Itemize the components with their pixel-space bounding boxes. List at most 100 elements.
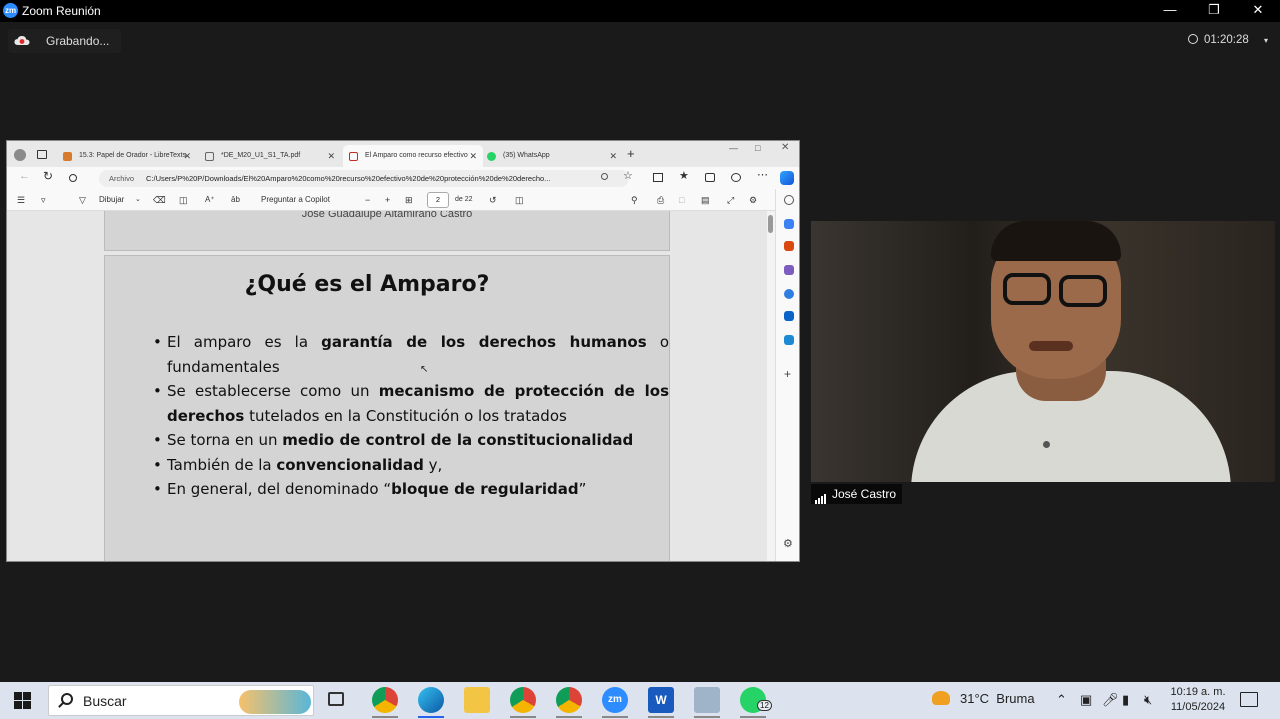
- tab-label: (35) WhatsApp: [503, 152, 550, 159]
- chrome-icon[interactable]: [556, 687, 582, 713]
- tab-libretexts[interactable]: 15.3: Papel de Orador - LibreTexts ✕: [57, 145, 197, 167]
- favorites-icon[interactable]: ★: [679, 169, 689, 182]
- new-tab-button[interactable]: +: [627, 146, 635, 161]
- volume-muted-icon[interactable]: 🔇︎: [1144, 692, 1152, 708]
- chevron-down-icon[interactable]: ⌄: [135, 189, 141, 211]
- app-icon[interactable]: [694, 687, 720, 713]
- pdf-scrollbar[interactable]: [767, 211, 775, 561]
- office-icon[interactable]: [784, 289, 794, 299]
- shared-screen: 15.3: Papel de Orador - LibreTexts ✕ *DE…: [6, 140, 800, 562]
- copilot-icon[interactable]: [780, 171, 794, 185]
- weather-temperature: 31°C: [960, 691, 990, 706]
- sidebar-settings-icon[interactable]: ⚙: [783, 537, 793, 550]
- start-button[interactable]: [8, 682, 38, 719]
- search-icon[interactable]: [69, 174, 77, 182]
- current-page: ¿Qué es el Amparo? El amparo es la garan…: [104, 255, 670, 561]
- file-explorer-icon[interactable]: [464, 687, 490, 713]
- people-icon[interactable]: [784, 265, 794, 275]
- participant-video[interactable]: [811, 221, 1275, 482]
- zoom-page-icon[interactable]: [601, 173, 608, 180]
- battery-icon[interactable]: ▮: [1122, 692, 1129, 708]
- add-text-icon[interactable]: ◫: [179, 189, 188, 211]
- ask-copilot-button[interactable]: Preguntar a Copilot: [261, 189, 330, 211]
- browser-essentials-icon[interactable]: [731, 173, 741, 182]
- read-aloud-icon[interactable]: A⁺: [205, 189, 215, 211]
- tab-actions-icon[interactable]: [37, 150, 47, 159]
- document-icon: [205, 152, 214, 161]
- shopping-tag-icon[interactable]: [784, 219, 794, 229]
- profile-avatar-icon[interactable]: [14, 149, 26, 161]
- tab-pdf-document[interactable]: *DE_M20_U1_S1_TA.pdf ✕: [199, 145, 341, 167]
- fit-page-icon[interactable]: ⊞: [405, 189, 413, 211]
- rotate-icon[interactable]: ↺: [489, 189, 497, 211]
- add-sidebar-app-icon[interactable]: +: [784, 367, 791, 381]
- minimize-button[interactable]: —: [1148, 0, 1192, 22]
- page-number-input[interactable]: 2: [427, 192, 449, 208]
- taskbar-search[interactable]: Buscar: [48, 685, 314, 716]
- favorite-star-icon[interactable]: ☆: [623, 169, 633, 182]
- back-icon[interactable]: ←: [19, 170, 30, 182]
- pdf-toolbar: ☰ ▿ ▽ Dibujar ⌄ ⌫ ◫ A⁺ āb Preguntar a Co…: [7, 189, 799, 211]
- translate-icon[interactable]: āb: [231, 189, 240, 211]
- zoom-titlebar: zm Zoom Reunión — ❐ ✕: [0, 0, 1280, 22]
- zoom-in-button[interactable]: +: [385, 189, 390, 211]
- close-tab-icon[interactable]: ✕: [183, 145, 191, 167]
- search-icon[interactable]: [784, 195, 794, 205]
- zoom-logo-icon: zm: [3, 3, 18, 18]
- tab-label: El Amparo como recurso efectivo: [365, 152, 468, 159]
- close-tab-icon[interactable]: ✕: [327, 145, 335, 167]
- draw-button[interactable]: Dibujar: [99, 189, 124, 211]
- meeting-timer[interactable]: 01:20:28 ▾: [1188, 30, 1268, 51]
- restore-button[interactable]: ❐: [1192, 0, 1236, 22]
- pdf-viewport[interactable]: José Guadalupe Altamirano Castro ¿Qué es…: [7, 211, 767, 561]
- pdf-icon: [349, 152, 358, 161]
- task-view-icon[interactable]: [328, 692, 344, 706]
- browser-maximize-button[interactable]: □: [755, 143, 760, 153]
- edge-icon[interactable]: [418, 687, 444, 713]
- tools-icon[interactable]: [784, 241, 794, 251]
- split-screen-icon[interactable]: [653, 173, 663, 182]
- weather-widget[interactable]: 31°C Bruma: [932, 691, 1035, 706]
- more-options-icon[interactable]: ⋯: [757, 168, 768, 181]
- zoom-icon[interactable]: zm: [602, 687, 628, 713]
- settings-gear-icon[interactable]: ⚙: [749, 189, 757, 211]
- page-view-icon[interactable]: ◫: [515, 189, 524, 211]
- browser-minimize-button[interactable]: —: [729, 143, 738, 153]
- participant-name-badge: José Castro: [811, 484, 903, 504]
- close-tab-icon[interactable]: ✕: [609, 145, 617, 167]
- close-tab-icon[interactable]: ✕: [469, 145, 477, 167]
- eraser-icon[interactable]: ⌫: [153, 189, 166, 211]
- fullscreen-icon[interactable]: ⤢: [727, 189, 734, 211]
- collections-icon[interactable]: [705, 173, 715, 182]
- chrome-icon[interactable]: [510, 687, 536, 713]
- word-icon[interactable]: W: [648, 687, 674, 713]
- cloud-recording-icon: [14, 30, 30, 45]
- browser-close-button[interactable]: ✕: [781, 142, 789, 153]
- table-of-contents-icon[interactable]: ☰: [17, 189, 25, 211]
- save-icon[interactable]: □: [679, 189, 684, 211]
- draw-icon[interactable]: ▽: [79, 189, 86, 211]
- zoom-out-button[interactable]: −: [365, 189, 370, 211]
- print-icon[interactable]: ⎙: [657, 189, 664, 211]
- save-as-icon[interactable]: ▤: [701, 189, 710, 211]
- highlight-icon[interactable]: ▿: [41, 189, 46, 211]
- clock-time: 10:19 a. m.: [1170, 686, 1226, 698]
- windows-taskbar: Buscar zm W 12 31°C Bruma ⌃ ▣ 🎤︎ ▮ 🔇︎ 10…: [0, 682, 1280, 719]
- url-field[interactable]: Archivo C:/Users/P%20P/Downloads/El%20Amp…: [99, 170, 629, 187]
- search-icon[interactable]: ⚲: [631, 189, 638, 211]
- system-clock[interactable]: 10:19 a. m. 11/05/2024: [1168, 685, 1228, 715]
- scroll-thumb[interactable]: [768, 215, 773, 233]
- bullet-list: El amparo es la garantía de los derechos…: [153, 330, 669, 502]
- close-button[interactable]: ✕: [1236, 0, 1280, 22]
- microphone-icon[interactable]: 🎤︎: [1102, 692, 1119, 708]
- chrome-icon[interactable]: [372, 687, 398, 713]
- outlook-icon[interactable]: [784, 311, 794, 321]
- refresh-icon[interactable]: ↻: [43, 169, 53, 183]
- send-icon[interactable]: [784, 335, 794, 345]
- chevron-up-icon[interactable]: ⌃: [1056, 692, 1067, 708]
- camera-icon[interactable]: ▣: [1080, 692, 1092, 708]
- recording-indicator[interactable]: Grabando...: [8, 29, 122, 53]
- notifications-icon[interactable]: [1240, 692, 1258, 707]
- tab-amparo-pdf[interactable]: El Amparo como recurso efectivo ✕: [343, 145, 483, 167]
- tab-whatsapp[interactable]: (35) WhatsApp ✕: [481, 145, 623, 167]
